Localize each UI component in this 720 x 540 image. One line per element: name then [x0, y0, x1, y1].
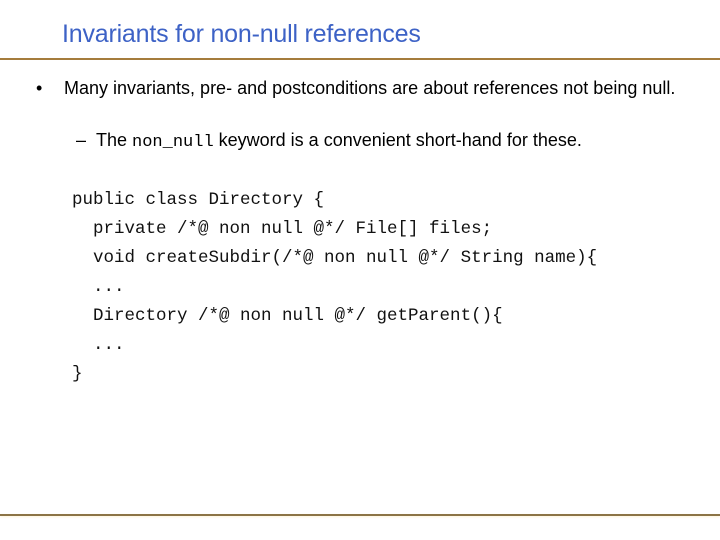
code-line: public class Directory { [72, 190, 325, 210]
code-line: ... [72, 277, 125, 297]
footer-divider [0, 514, 720, 516]
sub-bullet-suffix: keyword is a convenient short-hand for t… [213, 130, 582, 150]
title-divider [0, 58, 720, 60]
inline-code: non_null [132, 133, 214, 152]
code-line: private /*@ non null @*/ File[] files; [72, 219, 493, 239]
slide-title: Invariants for non-null references [62, 20, 421, 48]
bullet-marker: • [36, 78, 43, 98]
sub-bullet-text: The non_null keyword is a convenient sho… [96, 128, 582, 155]
code-line: } [72, 364, 83, 384]
code-line: ... [72, 335, 125, 355]
code-block: public class Directory { private /*@ non… [72, 186, 597, 389]
bullet-text: Many invariants, pre- and postconditions… [64, 78, 676, 98]
sub-bullet-marker: – [76, 130, 87, 150]
code-line: Directory /*@ non null @*/ getParent(){ [72, 306, 503, 326]
sub-bullet-prefix: The [96, 130, 133, 150]
code-line: void createSubdir(/*@ non null @*/ Strin… [72, 248, 598, 268]
